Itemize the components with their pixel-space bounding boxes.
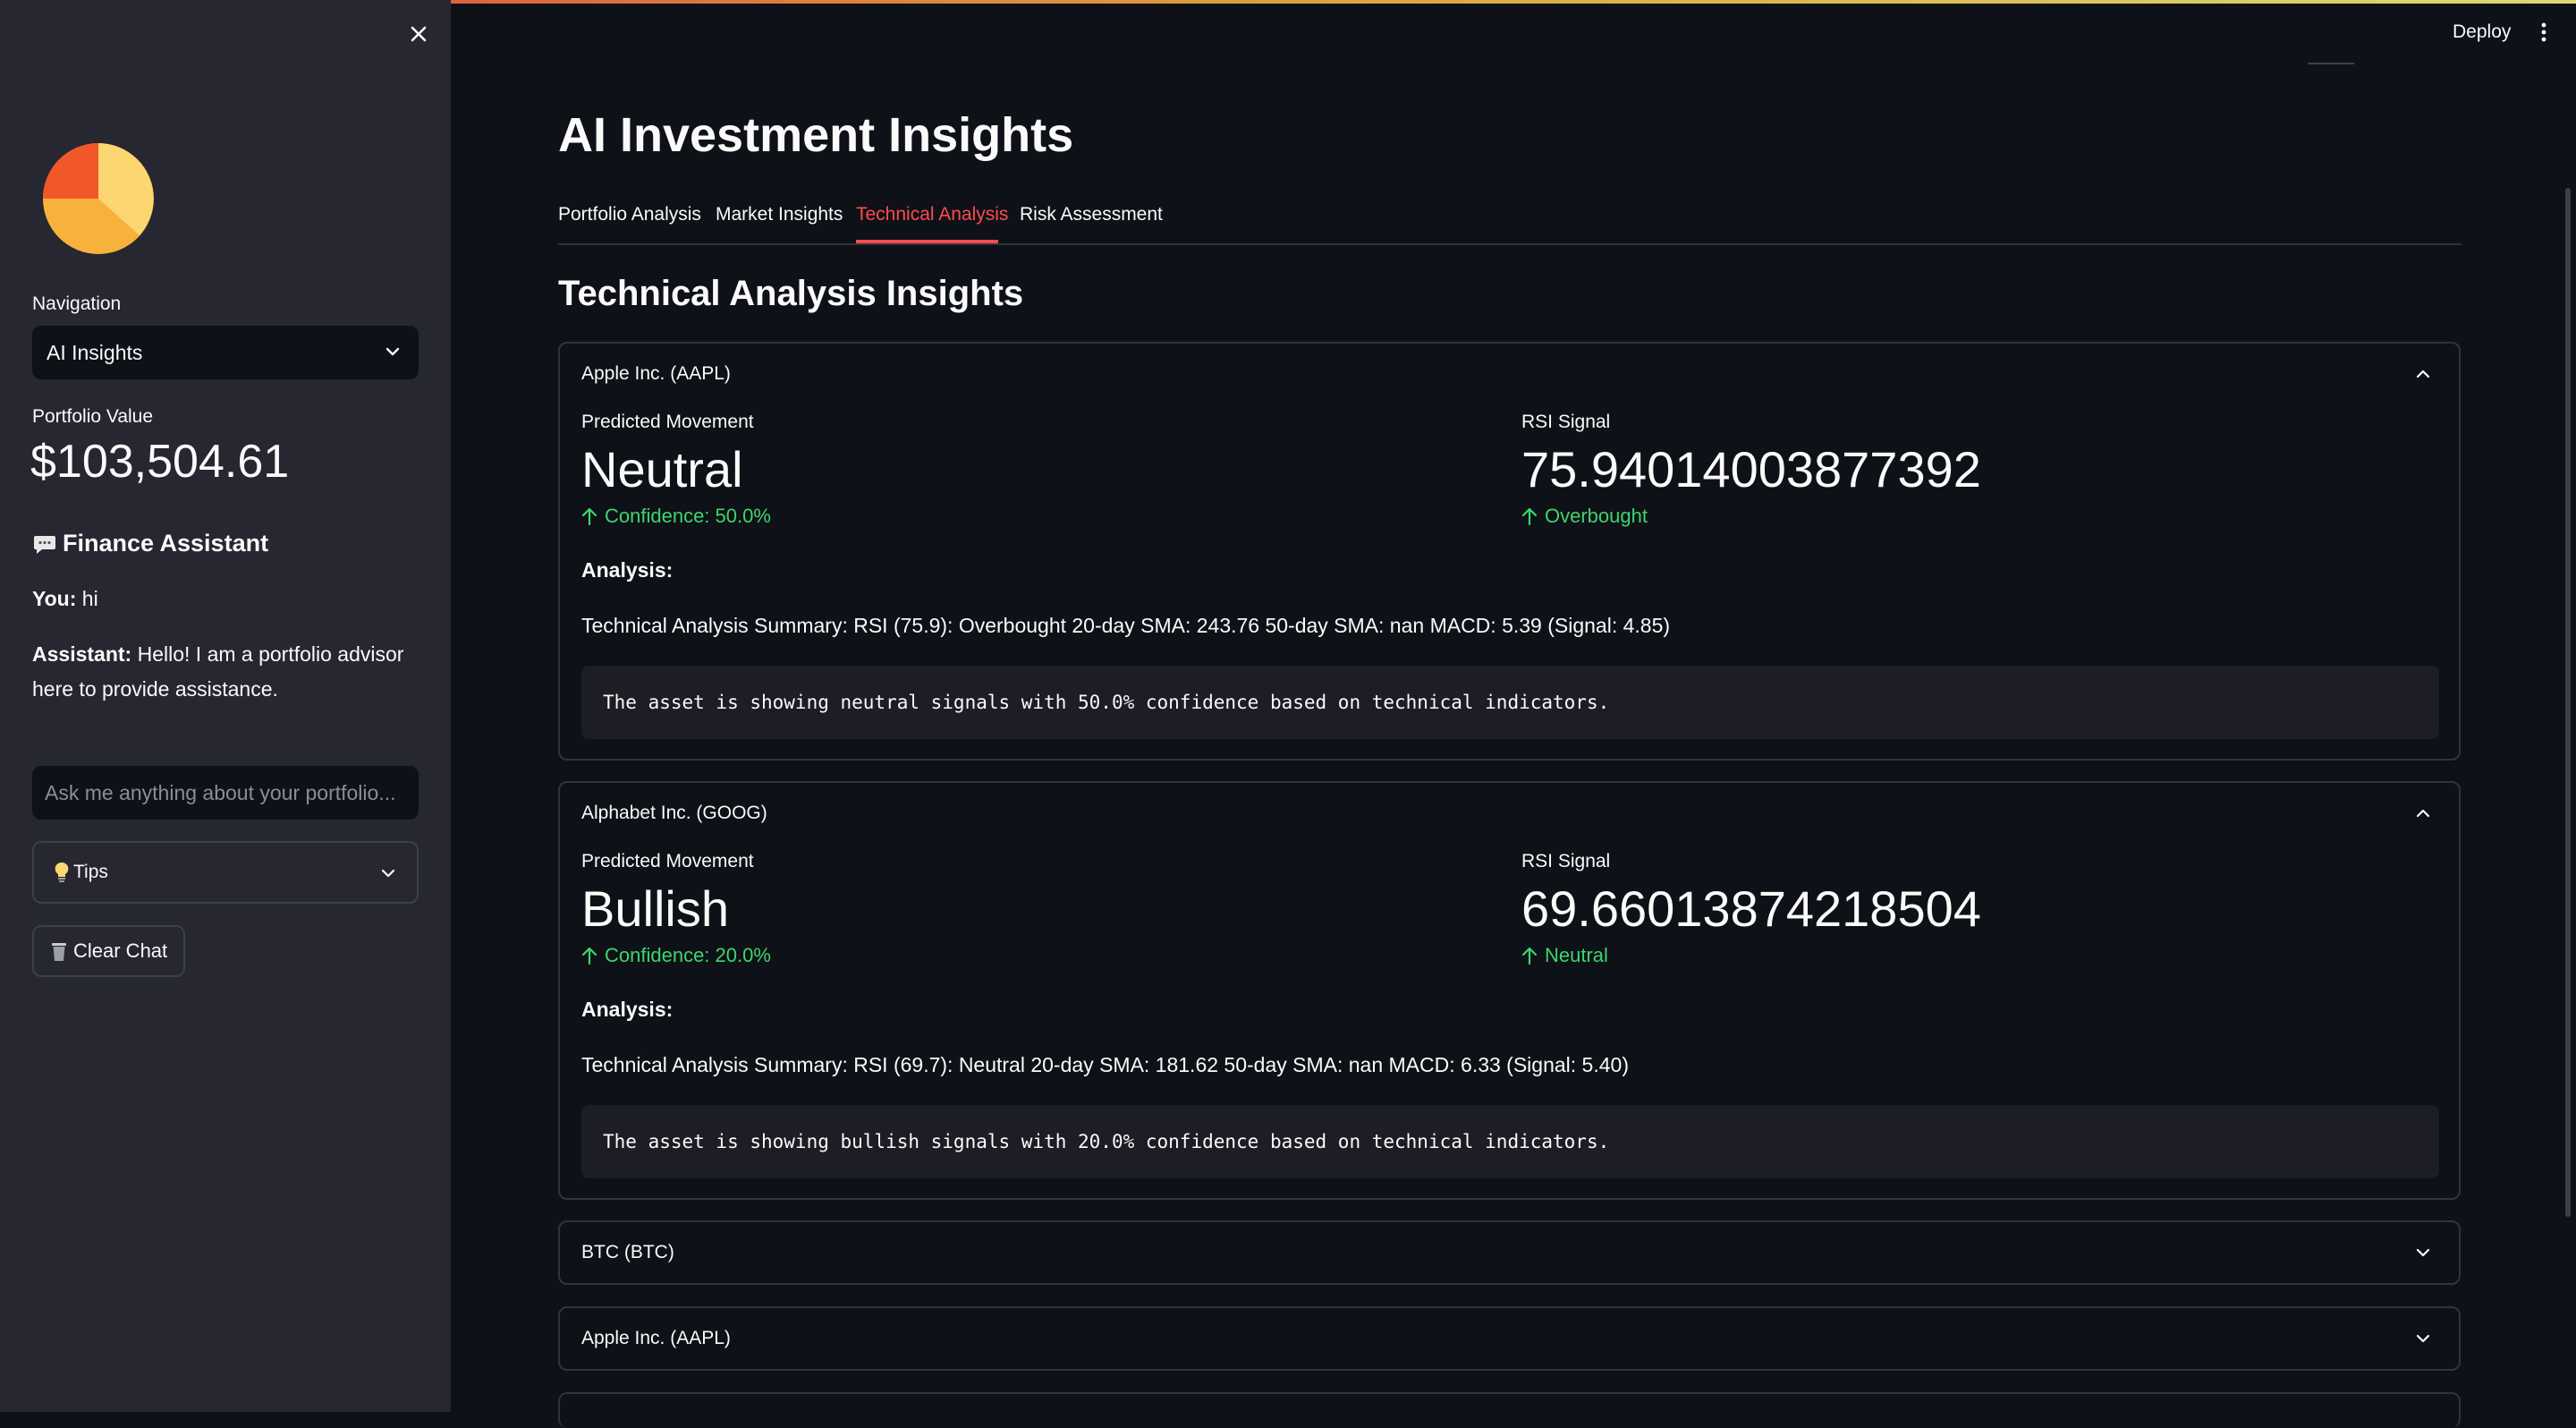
tab-bar: Portfolio Analysis Market Insights Techn… [558, 200, 2462, 245]
chevron-down-icon[interactable] [2414, 1330, 2432, 1347]
close-icon[interactable] [404, 20, 433, 48]
asset-card-header[interactable]: Apple Inc. (AAPL) [581, 363, 731, 385]
tab-risk-assessment[interactable]: Risk Assessment [1020, 204, 1163, 243]
chevron-down-icon [381, 869, 395, 878]
movement-label: Predicted Movement [581, 851, 754, 871]
chat-speaker: You: [32, 587, 77, 610]
navigation-select[interactable]: AI Insights [32, 326, 419, 379]
tab-portfolio-analysis[interactable]: Portfolio Analysis [558, 204, 701, 243]
chat-text: hi [76, 587, 98, 610]
asset-card-btc[interactable]: BTC (BTC) [558, 1220, 2461, 1285]
movement-delta: Confidence: 50.0% [581, 505, 771, 528]
chevron-up-icon[interactable] [2414, 365, 2432, 383]
analysis-note-code: The asset is showing bullish signals wit… [581, 1105, 2439, 1178]
main-scrollbar[interactable] [2565, 188, 2571, 1217]
analysis-label: Analysis: [581, 558, 674, 582]
header-divider [2308, 63, 2354, 64]
clear-chat-button[interactable]: Clear Chat [32, 925, 186, 977]
arrow-up-icon [581, 507, 597, 526]
movement-delta-text: Confidence: 20.0% [605, 944, 771, 966]
asset-card-partial [558, 1392, 2461, 1428]
chat-message-assistant: Assistant: Hello! I am a portfolio advis… [32, 637, 408, 707]
movement-delta: Confidence: 20.0% [581, 944, 771, 967]
navigation-label: Navigation [32, 293, 122, 314]
asset-card-header[interactable]: Alphabet Inc. (GOOG) [581, 803, 767, 824]
rsi-value: 69.66013874218504 [1521, 880, 1981, 937]
tab-market-insights[interactable]: Market Insights [716, 204, 843, 243]
chevron-up-icon[interactable] [2414, 804, 2432, 822]
navigation-selected-value: AI Insights [47, 340, 143, 364]
chevron-down-icon [386, 347, 400, 356]
portfolio-value: $103,504.61 [30, 436, 290, 488]
rsi-delta: Neutral [1521, 944, 1608, 967]
asset-card-goog: Alphabet Inc. (GOOG) Predicted Movement … [558, 781, 2461, 1200]
arrow-up-icon [581, 947, 597, 965]
asset-card-header[interactable]: Apple Inc. (AAPL) [581, 1328, 731, 1349]
chat-speaker: Assistant: [32, 642, 132, 666]
analysis-note-code: The asset is showing neutral signals wit… [581, 666, 2439, 739]
analysis-label: Analysis: [581, 998, 674, 1021]
lightbulb-icon [55, 862, 69, 882]
chat-message-user: You: hi [32, 582, 408, 616]
tips-label: Tips [73, 862, 108, 882]
rsi-delta: Overbought [1521, 505, 1648, 528]
more-options-icon[interactable] [2540, 21, 2547, 43]
page-title: AI Investment Insights [558, 108, 1074, 162]
rsi-delta-text: Neutral [1545, 944, 1608, 966]
section-title: Technical Analysis Insights [558, 274, 1024, 313]
movement-value: Neutral [581, 441, 743, 497]
asset-card-aapl-collapsed[interactable]: Apple Inc. (AAPL) [558, 1306, 2461, 1371]
movement-value: Bullish [581, 880, 729, 937]
clear-chat-label: Clear Chat [73, 939, 168, 962]
analysis-summary: Technical Analysis Summary: RSI (75.9): … [581, 614, 1671, 637]
portfolio-value-label: Portfolio Value [32, 406, 154, 427]
analysis-summary: Technical Analysis Summary: RSI (69.7): … [581, 1053, 1629, 1076]
tips-expander[interactable]: Tips [32, 841, 419, 904]
finance-assistant-title: Finance Assistant [32, 530, 268, 557]
sidebar: Navigation AI Insights Portfolio Value $… [0, 0, 451, 1412]
chat-input[interactable] [32, 766, 419, 820]
rsi-delta-text: Overbought [1545, 505, 1648, 527]
tab-technical-analysis[interactable]: Technical Analysis [856, 204, 1008, 243]
arrow-up-icon [1521, 507, 1538, 526]
deploy-button[interactable]: Deploy [2453, 21, 2511, 43]
movement-delta-text: Confidence: 50.0% [605, 505, 771, 527]
asset-card-header[interactable]: BTC (BTC) [581, 1242, 674, 1263]
rsi-label: RSI Signal [1521, 851, 1611, 871]
pie-chart-logo-icon [43, 143, 154, 254]
chevron-down-icon[interactable] [2414, 1244, 2432, 1262]
active-tab-indicator [856, 240, 998, 243]
trash-icon [52, 943, 66, 961]
asset-card-aapl: Apple Inc. (AAPL) Predicted Movement Neu… [558, 342, 2461, 761]
speech-bubble-icon [34, 535, 55, 554]
movement-label: Predicted Movement [581, 412, 754, 432]
arrow-up-icon [1521, 947, 1538, 965]
rsi-value: 75.94014003877392 [1521, 441, 1981, 497]
finance-assistant-title-text: Finance Assistant [63, 530, 269, 557]
rsi-label: RSI Signal [1521, 412, 1611, 432]
